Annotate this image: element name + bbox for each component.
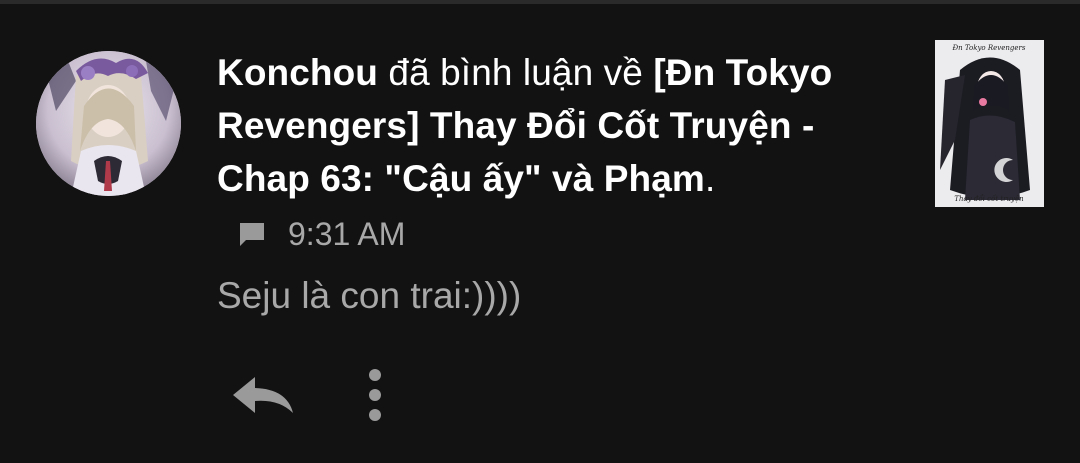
- cover-bottom-text: Thay đổi cốt truyện: [954, 194, 1024, 203]
- reply-button[interactable]: [222, 370, 302, 420]
- action-text: đã bình luận về: [378, 52, 654, 93]
- message-period: .: [704, 158, 716, 199]
- reply-arrow-icon: [233, 377, 293, 413]
- cover-top-text: Đn Tokyo Revengers: [952, 44, 1026, 52]
- comment-bubble-icon: [236, 218, 268, 250]
- top-divider: [0, 0, 1080, 4]
- comment-meta: 9:31 AM: [236, 212, 405, 256]
- username[interactable]: Konchou: [217, 52, 378, 93]
- more-options-button[interactable]: [350, 362, 400, 428]
- more-vertical-icon: [369, 369, 381, 421]
- comment-text: Seju là con trai:)))): [217, 275, 522, 316]
- comment-time: 9:31 AM: [288, 215, 406, 252]
- story-cover-thumbnail[interactable]: Đn Tokyo Revengers Thay đổi cốt truyện: [935, 40, 1044, 207]
- user-avatar[interactable]: [36, 51, 181, 196]
- notification-message[interactable]: Konchou đã bình luận về [Đn Tokyo Reveng…: [217, 46, 897, 205]
